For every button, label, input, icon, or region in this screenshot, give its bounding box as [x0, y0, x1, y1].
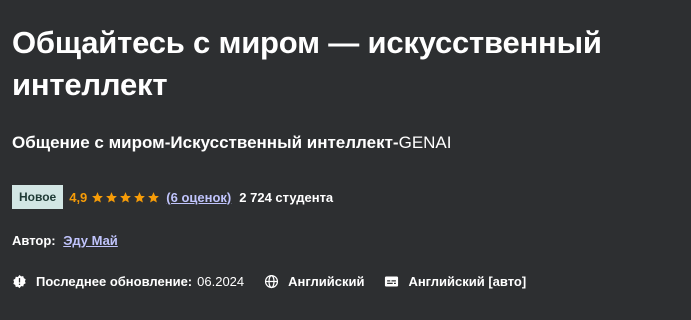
course-subtitle-tag: GENAI	[398, 133, 452, 152]
ratings-count-link[interactable]: (6 оценок)	[166, 190, 231, 205]
course-title: Общайтесь с миром — искусственный интелл…	[12, 25, 602, 102]
author-label: Автор:	[12, 233, 56, 248]
course-language-label: Английский	[288, 273, 365, 289]
course-captions: Английский [авто]	[384, 274, 526, 289]
closed-captions-icon	[384, 274, 399, 289]
rating-row: Новое 4,9 (6 оценок) 2 724 студента	[12, 185, 333, 209]
star-icon	[147, 191, 160, 204]
rating-score: 4,9	[69, 189, 88, 205]
alert-badge-icon	[12, 274, 27, 289]
last-updated: Последнее обновление: 06.2024	[12, 274, 244, 289]
course-subtitle: Общение с миром-Искусственный интеллект-…	[12, 132, 452, 154]
author-row: Автор: Эду Май	[12, 233, 118, 248]
last-updated-value: 06.2024	[197, 273, 245, 289]
new-badge: Новое	[12, 185, 64, 209]
author-link[interactable]: Эду Май	[63, 233, 118, 248]
last-updated-label: Последнее обновление:	[36, 273, 193, 289]
captions-label: Английский [авто]	[408, 273, 527, 289]
globe-icon	[264, 274, 279, 289]
course-language: Английский	[264, 274, 364, 289]
course-header: Общайтесь с миром — искусственный интелл…	[0, 0, 691, 320]
star-icon	[105, 191, 118, 204]
star-icon	[119, 191, 132, 204]
meta-row: Последнее обновление: 06.2024 Английский…	[12, 272, 546, 290]
course-subtitle-main: Общение с миром-Искусственный интеллект-	[12, 133, 399, 152]
rating-stars	[91, 191, 161, 204]
star-icon	[91, 191, 104, 204]
star-icon	[133, 191, 146, 204]
students-count: 2 724 студента	[239, 189, 334, 205]
